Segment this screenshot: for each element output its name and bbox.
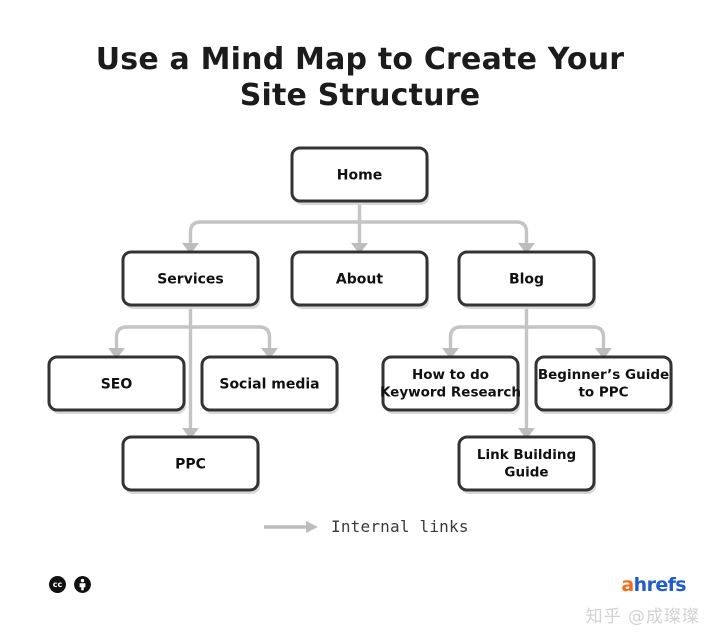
edge-blog-to-guide xyxy=(526,325,606,348)
node-about[interactable]: About xyxy=(290,250,429,309)
node-label: PPC xyxy=(175,457,206,473)
node-label: About xyxy=(336,272,383,288)
node-social-media[interactable]: Social media xyxy=(200,355,339,414)
ahrefs-logo-a: a xyxy=(621,574,634,596)
node-seo[interactable]: SEO xyxy=(47,355,186,414)
zhihu-watermark: 知乎 @成璨璨 xyxy=(585,607,700,627)
node-box xyxy=(381,355,520,412)
edge-home-to-services xyxy=(188,220,360,243)
node-blog[interactable]: Blog xyxy=(457,250,596,309)
node-link-building-guide[interactable]: Link Building Guide xyxy=(457,435,596,494)
node-box xyxy=(534,355,673,412)
legend-label: Internal links xyxy=(331,517,469,536)
edge-blog-to-keyword xyxy=(448,325,527,348)
node-label-line-2: Keyword Research xyxy=(380,385,521,401)
node-home[interactable]: Home xyxy=(290,146,429,205)
internal-link-arrow-icon xyxy=(264,520,318,533)
node-label-line-2: to PPC xyxy=(578,385,628,401)
node-label: Social media xyxy=(219,377,319,393)
node-keyword-research[interactable]: How to do Keyword Research xyxy=(380,355,521,414)
node-label-line-2: Guide xyxy=(504,465,548,481)
node-beginners-guide-to-ppc[interactable]: Beginner’s Guide to PPC xyxy=(534,355,673,414)
edge-home-to-blog xyxy=(359,220,529,243)
node-services[interactable]: Services xyxy=(121,250,260,309)
node-label-line-1: Link Building xyxy=(477,447,576,463)
mind-map-diagram: Home Services About Blog SEO Social medi… xyxy=(47,146,673,494)
node-label-line-1: Beginner’s Guide xyxy=(538,367,669,383)
node-ppc[interactable]: PPC xyxy=(121,435,260,494)
edge-services-to-social xyxy=(190,325,272,348)
ahrefs-logo-hrefs: hrefs xyxy=(633,574,687,596)
node-label: Blog xyxy=(509,272,544,288)
edge-services-to-seo xyxy=(114,325,191,348)
node-label: Services xyxy=(157,272,224,288)
legend: Internal links xyxy=(263,517,469,536)
node-label-line-1: How to do xyxy=(412,367,489,383)
creative-commons-license[interactable]: cc xyxy=(49,576,91,593)
cc-icon: cc xyxy=(49,576,66,593)
node-label: Home xyxy=(337,168,382,184)
cc-by-person-icon xyxy=(74,576,91,593)
ahrefs-logo: ahrefs xyxy=(621,574,686,596)
node-box xyxy=(457,435,596,492)
node-label: SEO xyxy=(101,377,133,393)
